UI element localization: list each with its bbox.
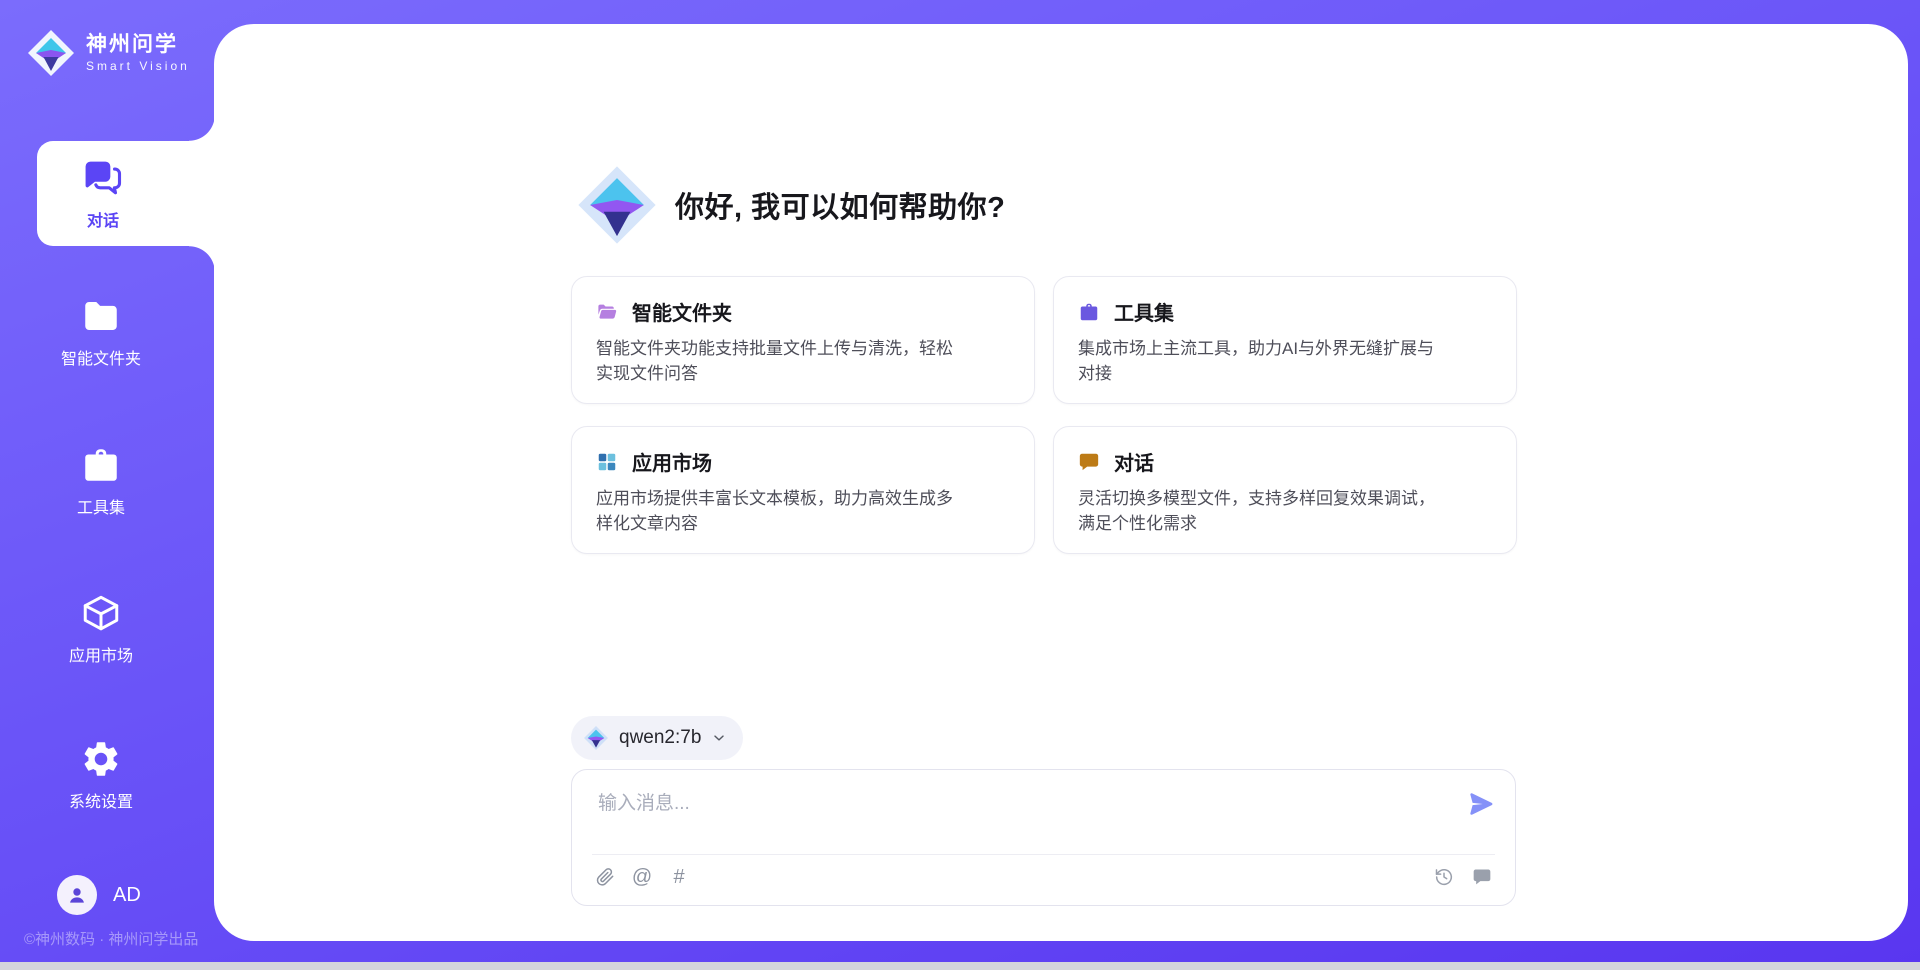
grid-icon (596, 451, 618, 473)
brand-tagline: Smart Vision (86, 59, 190, 73)
send-icon[interactable] (1467, 790, 1495, 818)
model-logo-icon (583, 725, 609, 751)
brand-logo-icon (26, 28, 76, 78)
cube-icon (80, 592, 122, 634)
brand: 神州问学 Smart Vision (26, 28, 190, 78)
copyright-text: ©神州数码 · 神州问学出品 (24, 928, 198, 949)
card-title: 工具集 (1114, 297, 1174, 326)
card-description: 应用市场提供丰富长文本模板，助力高效生成多样化文章内容 (596, 486, 964, 536)
paperclip-icon (595, 867, 615, 887)
composer-tools-right (1433, 866, 1493, 888)
chat-icon (81, 157, 125, 201)
sidebar-item-chat[interactable]: 对话 (37, 141, 215, 246)
sidebar-item-smart-folder[interactable]: 智能文件夹 (0, 295, 202, 369)
card-app-market[interactable]: 应用市场 应用市场提供丰富长文本模板，助力高效生成多样化文章内容 (571, 426, 1035, 554)
greeting-text: 你好, 我可以如何帮助你? (675, 184, 1005, 226)
card-smart-folder[interactable]: 智能文件夹 智能文件夹功能支持批量文件上传与清洗，轻松实现文件问答 (571, 276, 1035, 404)
main-panel: 你好, 我可以如何帮助你? 智能文件夹 智能文件夹功能支持批量文件上传与清洗，轻… (214, 24, 1908, 941)
card-description: 集成市场上主流工具，助力AI与外界无缝扩展与对接 (1078, 336, 1446, 386)
feature-cards: 智能文件夹 智能文件夹功能支持批量文件上传与清洗，轻松实现文件问答 工具集 集成… (571, 276, 1517, 554)
feedback-button[interactable] (1471, 866, 1493, 888)
model-name: qwen2:7b (619, 727, 701, 749)
person-icon (65, 883, 89, 907)
chevron-down-icon (711, 730, 727, 746)
user-account[interactable]: AD (57, 875, 141, 915)
sidebar-item-label: 系统设置 (69, 788, 133, 812)
sidebar-item-label: 智能文件夹 (61, 345, 141, 369)
sidebar-item-toolset[interactable]: 工具集 (0, 444, 202, 518)
message-composer: @ # (571, 769, 1516, 906)
app-window: 神州问学 Smart Vision 对话 智能文件夹 工具集 (0, 0, 1920, 970)
card-toolset[interactable]: 工具集 集成市场上主流工具，助力AI与外界无缝扩展与对接 (1053, 276, 1517, 404)
card-title: 智能文件夹 (632, 297, 732, 326)
greeting: 你好, 我可以如何帮助你? (575, 163, 1005, 247)
briefcase-icon (80, 444, 122, 486)
attach-file-button[interactable] (594, 866, 616, 888)
mention-icon: @ (632, 867, 652, 887)
mention-button[interactable]: @ (631, 866, 653, 888)
message-input[interactable] (596, 786, 1420, 822)
card-description: 智能文件夹功能支持批量文件上传与清洗，轻松实现文件问答 (596, 336, 964, 386)
card-description: 灵活切换多模型文件，支持多样回复效果调试，满足个性化需求 (1078, 486, 1446, 536)
card-title: 对话 (1114, 447, 1154, 476)
hash-button[interactable]: # (668, 866, 690, 888)
folder-open-icon (596, 301, 618, 323)
feedback-bubble-icon (1472, 867, 1492, 887)
sidebar-item-settings[interactable]: 系统设置 (0, 738, 202, 812)
hash-icon: # (673, 867, 684, 887)
folder-icon (80, 295, 122, 337)
avatar (57, 875, 97, 915)
user-label: AD (113, 884, 141, 907)
briefcase-icon (1078, 301, 1100, 323)
chat-bubble-icon (1078, 451, 1100, 473)
card-title: 应用市场 (632, 447, 712, 476)
sidebar-item-label: 工具集 (77, 494, 125, 518)
history-button[interactable] (1433, 866, 1455, 888)
brand-name: 神州问学 (86, 33, 190, 56)
sidebar-item-label: 对话 (87, 207, 119, 231)
card-chat[interactable]: 对话 灵活切换多模型文件，支持多样回复效果调试，满足个性化需求 (1053, 426, 1517, 554)
sidebar-item-app-market[interactable]: 应用市场 (0, 592, 202, 666)
model-selector[interactable]: qwen2:7b (571, 716, 743, 760)
gear-icon (80, 738, 122, 780)
assistant-logo-icon (575, 163, 659, 247)
composer-tools-left: @ # (594, 866, 690, 888)
history-icon (1434, 867, 1454, 887)
composer-divider (592, 854, 1495, 855)
window-bottom-edge (0, 962, 1920, 970)
sidebar-item-label: 应用市场 (69, 642, 133, 666)
sidebar: 神州问学 Smart Vision 对话 智能文件夹 工具集 (0, 0, 214, 970)
